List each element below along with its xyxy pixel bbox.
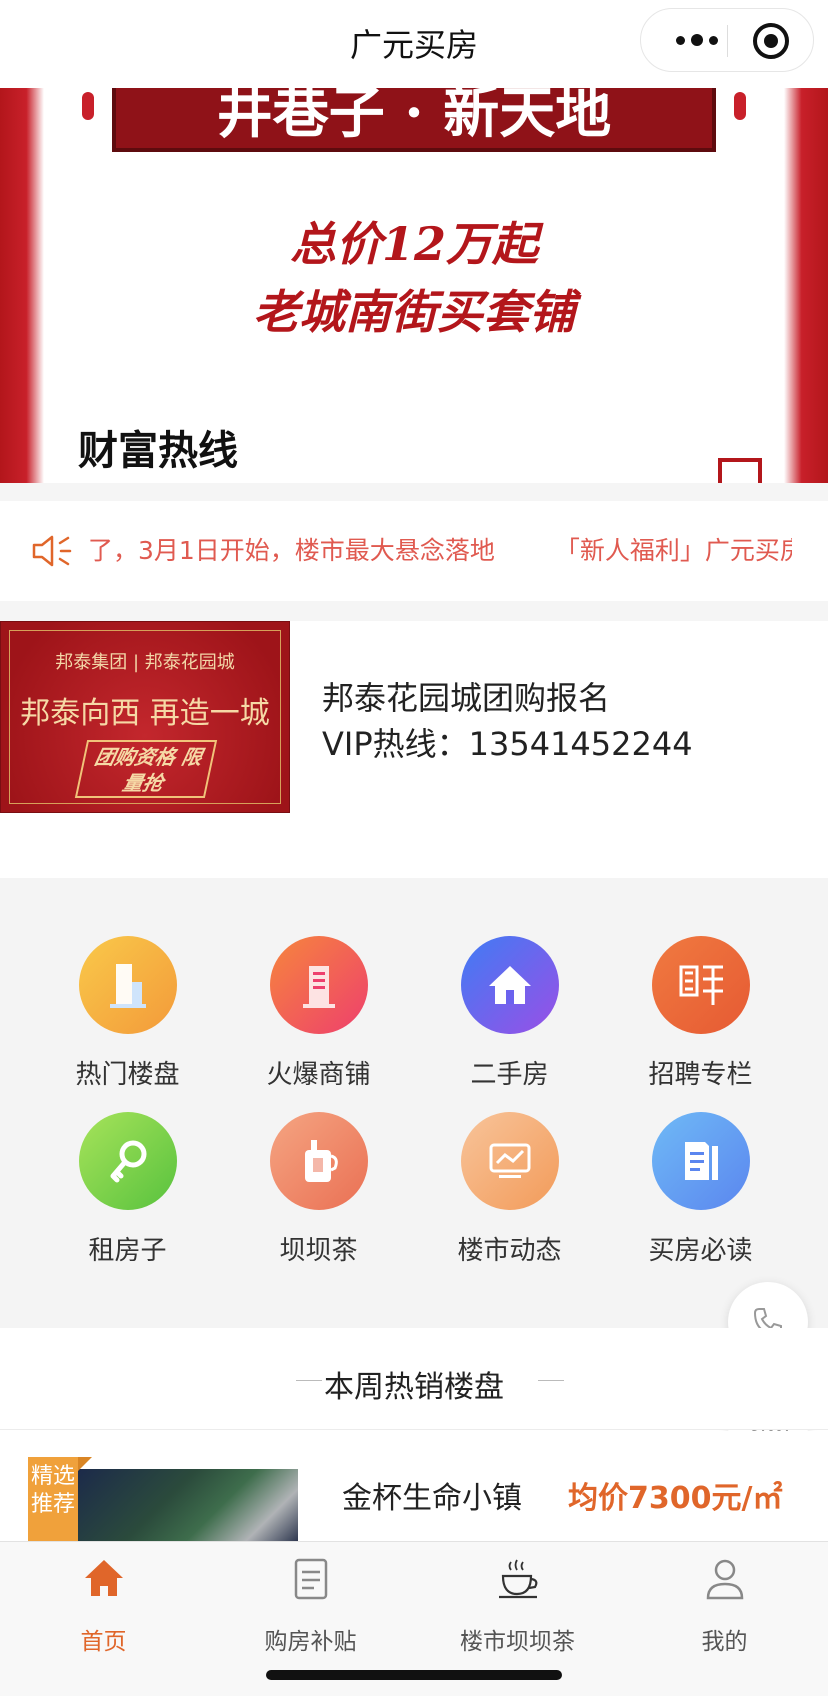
promo-card[interactable]: 邦泰集团 | 邦泰花园城 邦泰向西 再造一城 团购资格 限量抢 邦泰花园城团购报…	[0, 621, 828, 878]
recruit-pin-icon	[652, 936, 750, 1034]
document-icon	[652, 1112, 750, 1210]
category-grid: 热门楼盘 火爆商铺 二手房 招聘专栏 租房子 坝坝茶 楼市动态 买房必读	[0, 878, 828, 1328]
featured-tag: 精选推荐	[28, 1457, 92, 1541]
grid-item-rent[interactable]: 租房子	[32, 1112, 223, 1282]
divider	[0, 483, 828, 501]
notice-scroll: 了，3月1日开始，楼市最大悬念落地 「新人福利」广元买房	[88, 501, 792, 601]
grid-item-second-hand[interactable]: 二手房	[414, 936, 605, 1106]
grid-item-market-news[interactable]: 楼市动态	[414, 1112, 605, 1282]
section-title: 本周热销楼盘	[324, 1370, 504, 1405]
grid-item-tea[interactable]: 坝坝茶	[223, 1112, 414, 1282]
shop-building-icon	[270, 936, 368, 1034]
miniprogram-capsule	[640, 8, 814, 72]
banner-plaque: 井巷子 · 新天地	[112, 88, 716, 152]
tea-cup-icon	[270, 1112, 368, 1210]
grid-item-label: 热门楼盘	[75, 1060, 180, 1090]
listing-price: 均价7300元/㎡	[568, 1481, 783, 1516]
grid-item-label: 招聘专栏	[648, 1060, 753, 1090]
grid-item-hot-projects[interactable]: 热门楼盘	[32, 936, 223, 1106]
banner-headline-1: 总价12万起	[289, 217, 538, 271]
grid-item-label: 火爆商铺	[266, 1060, 371, 1090]
monitor-chart-icon	[461, 1112, 559, 1210]
home-icon	[85, 1560, 123, 1596]
banner-plaque-text: 井巷子 · 新天地	[216, 88, 612, 146]
key-icon	[79, 1112, 177, 1210]
grid-item-recruitment[interactable]: 招聘专栏	[605, 936, 796, 1106]
tab-home[interactable]: 首页	[0, 1542, 207, 1662]
listing-image	[78, 1469, 298, 1541]
hot-sales-section-header: 本周热销楼盘	[0, 1328, 828, 1430]
banner-hotline-label: 财富热线	[78, 427, 238, 474]
tab-label: 首页	[80, 1629, 127, 1655]
user-icon	[706, 1559, 744, 1600]
listing-name: 金杯生命小镇	[342, 1481, 522, 1516]
thumbnail-badge: 团购资格 限量抢	[74, 740, 218, 798]
grid-item-hot-shops[interactable]: 火爆商铺	[223, 936, 414, 1106]
grid-item-label: 楼市动态	[457, 1236, 562, 1266]
divider	[0, 601, 828, 621]
promo-title: 邦泰花园城团购报名	[322, 679, 611, 717]
listing-card[interactable]: 精选推荐 金杯生命小镇 均价7300元/㎡	[0, 1431, 828, 1541]
capsule-divider	[727, 25, 728, 57]
grid-item-must-read[interactable]: 买房必读	[605, 1112, 796, 1282]
notice-bar[interactable]: 了，3月1日开始，楼市最大悬念落地 「新人福利」广元买房	[0, 501, 828, 601]
grid-item-label: 租房子	[88, 1236, 167, 1266]
banner-corner-decoration	[718, 458, 762, 483]
promo-hotline: VIP热线：13541452244	[322, 725, 693, 763]
tab-mine[interactable]: 我的	[621, 1542, 828, 1662]
home-indicator	[266, 1670, 562, 1680]
more-options-icon[interactable]	[665, 9, 729, 71]
top-navigation-bar: 广元买房	[0, 0, 828, 88]
grid-item-label: 买房必读	[648, 1236, 753, 1266]
hero-banner[interactable]: 井巷子 · 新天地 总价12万起 老城南街买套铺 财富热线	[0, 88, 828, 483]
coffee-cup-icon	[499, 1559, 538, 1599]
thumbnail-slogan: 邦泰向西 再造一城	[20, 696, 270, 731]
banner-headline-2: 老城南街买套铺	[253, 285, 575, 339]
thumbnail-brand: 邦泰集团 | 邦泰花园城	[55, 652, 235, 673]
close-miniprogram-icon[interactable]	[753, 23, 789, 59]
speaker-icon	[32, 535, 72, 567]
title-dash	[538, 1380, 564, 1381]
tab-label: 购房补贴	[264, 1629, 357, 1655]
notice-item[interactable]: 了，3月1日开始，楼市最大悬念落地	[88, 501, 495, 601]
notice-item[interactable]: 「新人福利」广元买房	[555, 501, 792, 601]
tab-tea-chat[interactable]: 楼市坝坝茶	[414, 1542, 621, 1662]
document-list-icon	[294, 1558, 328, 1600]
tab-label: 楼市坝坝茶	[460, 1629, 575, 1655]
tab-subsidy[interactable]: 购房补贴	[207, 1542, 414, 1662]
lantern-icon	[82, 92, 94, 120]
grid-item-label: 二手房	[470, 1060, 549, 1090]
lantern-icon	[734, 92, 746, 120]
promo-thumbnail: 邦泰集团 | 邦泰花园城 邦泰向西 再造一城 团购资格 限量抢	[0, 621, 290, 813]
building-icon	[79, 936, 177, 1034]
house-icon	[461, 936, 559, 1034]
tab-label: 我的	[701, 1629, 748, 1655]
grid-item-label: 坝坝茶	[279, 1236, 358, 1266]
